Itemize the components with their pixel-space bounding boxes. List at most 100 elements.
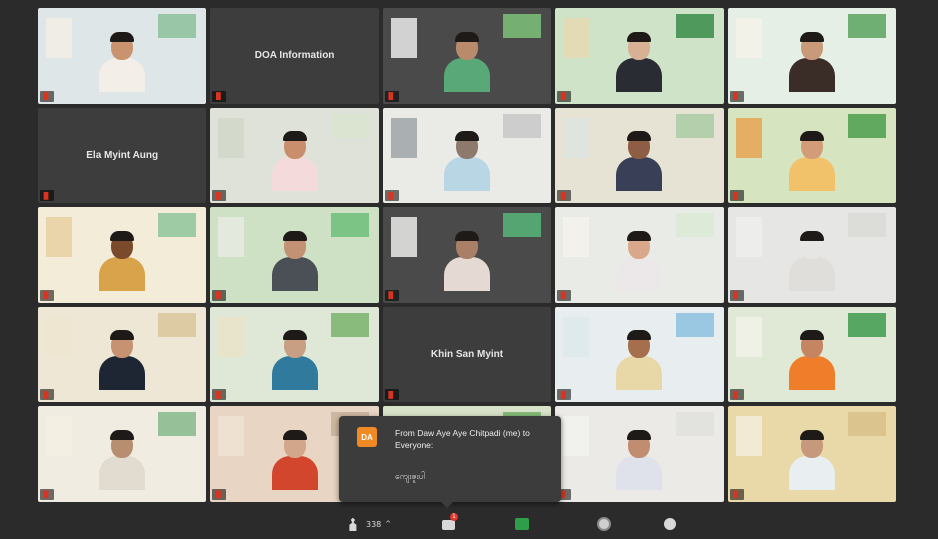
background-decor <box>735 316 762 357</box>
background-decor <box>675 412 714 437</box>
muted-mic-icon <box>43 490 49 499</box>
muted-mic-icon <box>733 390 738 399</box>
background-decor <box>46 416 72 457</box>
participant-tile[interactable]: DOA Information <box>210 8 379 104</box>
figure-hair <box>110 330 135 341</box>
participant-tile[interactable] <box>38 207 207 303</box>
chat-unread-badge: 1 <box>450 513 458 521</box>
muted-mic-icon <box>733 291 738 300</box>
participant-video-figure <box>616 230 663 291</box>
record-button[interactable] <box>597 514 611 534</box>
muted-mic-icon <box>43 191 49 200</box>
participant-name-bar <box>557 190 572 202</box>
background-decor <box>503 213 542 238</box>
muted-mic-icon <box>215 490 221 499</box>
participant-tile[interactable] <box>210 107 379 204</box>
participant-tile[interactable] <box>727 8 896 104</box>
participant-tile[interactable] <box>555 107 724 204</box>
participant-video-figure <box>443 230 490 291</box>
figure-body <box>616 57 663 92</box>
participant-tile[interactable] <box>555 207 724 303</box>
background-decor <box>675 113 714 138</box>
figure-body <box>271 256 318 291</box>
participant-video-figure <box>616 31 663 92</box>
participant-video-figure <box>271 330 318 391</box>
muted-mic-icon <box>215 191 221 200</box>
participant-video-figure <box>788 230 835 291</box>
participant-display-name: Ela Myint Aung <box>86 149 159 161</box>
participant-display-name: Khin San Myint <box>430 349 504 361</box>
figure-body <box>271 356 318 391</box>
background-decor <box>46 316 72 357</box>
reactions-button[interactable] <box>664 514 676 534</box>
muted-mic-icon <box>560 291 566 300</box>
chat-sender-avatar: DA <box>357 427 377 447</box>
participant-tile[interactable] <box>727 107 896 204</box>
background-decor <box>503 113 542 138</box>
participant-video-figure <box>99 330 146 391</box>
background-decor <box>218 117 245 158</box>
figure-hair <box>110 31 135 42</box>
participant-tile[interactable]: Khin San Myint <box>382 306 552 403</box>
participant-tile[interactable] <box>727 306 896 403</box>
background-decor <box>46 217 72 258</box>
figure-hair <box>799 230 824 241</box>
participant-video-figure <box>443 131 490 192</box>
participant-name-bar <box>557 90 572 102</box>
figure-body <box>788 256 835 291</box>
background-decor <box>847 213 886 238</box>
figure-body <box>616 356 663 391</box>
participant-tile[interactable] <box>382 207 552 303</box>
chat-button[interactable]: 1 <box>442 513 458 534</box>
participants-button[interactable]: 338 ^ <box>348 514 391 534</box>
background-decor <box>158 213 197 238</box>
muted-mic-icon <box>733 490 738 499</box>
participant-name-bar <box>384 289 399 301</box>
participant-tile[interactable] <box>38 306 207 403</box>
muted-mic-icon <box>215 291 221 300</box>
figure-hair <box>799 429 824 440</box>
background-decor <box>847 113 886 138</box>
participant-tile[interactable] <box>382 8 552 104</box>
participant-video-figure <box>99 429 146 490</box>
participant-name-bar <box>729 190 744 202</box>
participant-tile[interactable] <box>210 306 379 403</box>
chat-notification[interactable]: DA From Daw Aye Aye Chitpadi (me) to Eve… <box>339 416 561 508</box>
participant-tile[interactable] <box>210 207 379 303</box>
muted-mic-icon <box>215 390 221 399</box>
participant-tile[interactable] <box>38 406 207 502</box>
participant-name-bar <box>40 289 54 301</box>
background-decor <box>218 316 245 357</box>
background-decor <box>847 14 886 38</box>
background-decor <box>563 416 590 457</box>
background-decor <box>563 316 590 357</box>
participant-tile[interactable] <box>727 207 896 303</box>
muted-mic-icon <box>43 390 49 399</box>
figure-body <box>271 455 318 490</box>
participant-video-figure <box>616 330 663 391</box>
participant-video-figure <box>788 429 835 490</box>
muted-mic-icon <box>733 191 738 200</box>
participant-tile[interactable] <box>38 8 207 104</box>
participant-tile[interactable] <box>555 8 724 104</box>
background-decor <box>563 217 590 258</box>
participant-tile[interactable] <box>727 406 896 502</box>
participant-name-bar <box>557 389 572 401</box>
figure-hair <box>627 31 652 42</box>
figure-body <box>271 157 318 192</box>
participant-tile[interactable] <box>555 406 724 502</box>
record-icon <box>597 517 611 531</box>
participant-name-bar <box>40 90 54 102</box>
participant-tile[interactable]: Ela Myint Aung <box>38 107 207 204</box>
figure-body <box>99 57 146 92</box>
figure-hair <box>110 429 135 440</box>
participants-caret[interactable]: ^ <box>385 520 391 528</box>
participant-tile[interactable] <box>382 107 552 204</box>
participant-tile[interactable] <box>555 306 724 403</box>
figure-hair <box>799 31 824 42</box>
share-screen-button[interactable] <box>515 514 529 534</box>
figure-body <box>99 356 146 391</box>
participant-video-figure <box>616 429 663 490</box>
background-decor <box>158 14 197 38</box>
chat-sender-line: From Daw Aye Aye Chitpadi (me) to Everyo… <box>395 428 530 450</box>
